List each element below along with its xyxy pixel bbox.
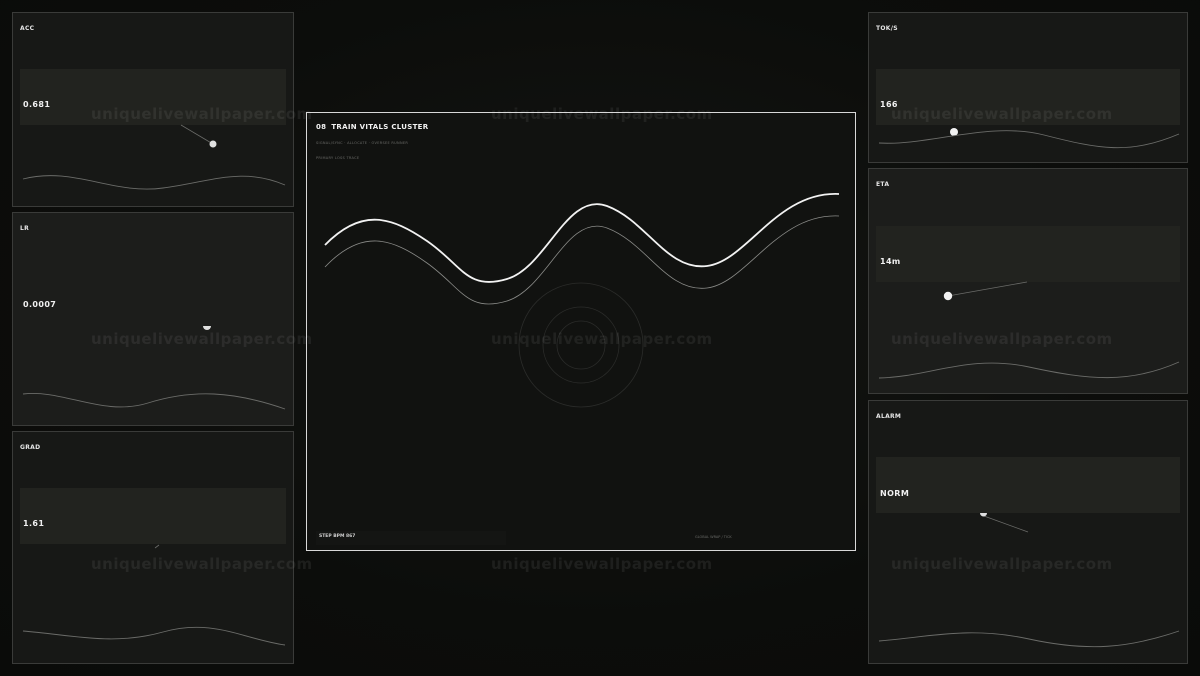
toks-wave (878, 130, 1180, 149)
grad-graphic (22, 544, 286, 646)
grad-pointer-line (154, 544, 160, 549)
lr-marker-dot (203, 326, 211, 330)
main-trace-panel: 08 TRAIN VITALS CLUSTER SIGNAL/SYNC · ALL… (306, 112, 856, 551)
radar-ring-outer (518, 282, 644, 408)
radar-ring-inner (556, 320, 606, 370)
acc-panel: ACC 0.681 (12, 12, 294, 207)
primary-trace (324, 193, 840, 283)
eta-graphic (878, 281, 1180, 379)
alarm-panel: ALARM NORM (868, 400, 1188, 664)
grad-wave (22, 626, 286, 646)
acc-marker-dot (209, 140, 217, 148)
acc-wave (22, 175, 286, 190)
toks-marker-dot (950, 128, 958, 136)
lr-panel: LR 0.0007 (12, 212, 294, 426)
alarm-wave (878, 630, 1180, 648)
alarm-marker-dot (980, 513, 987, 517)
eta-panel: ETA 14m (868, 168, 1188, 394)
acc-graphic (22, 124, 286, 190)
eta-wave (878, 361, 1180, 379)
alarm-graphic (878, 513, 1180, 648)
step-readout: STEP BPM 867 (319, 534, 356, 539)
eta-pointer-line (947, 281, 1028, 297)
toks-panel: TOK/S 166 (868, 12, 1188, 163)
toks-graphic (878, 128, 1180, 149)
watermark-text: uniquelivewallpaper.com (491, 555, 713, 573)
lr-wave (22, 392, 286, 410)
acc-pointer-line (180, 124, 214, 145)
grad-panel: GRAD 1.61 (12, 431, 294, 664)
trace-graphic (324, 193, 840, 408)
alarm-pointer-line (983, 515, 1029, 533)
eta-marker-dot (943, 291, 953, 301)
lr-graphic (22, 326, 286, 410)
radar-ring-middle (542, 306, 620, 384)
global-readout: GLOBAL WRAP / TICK (695, 535, 732, 539)
